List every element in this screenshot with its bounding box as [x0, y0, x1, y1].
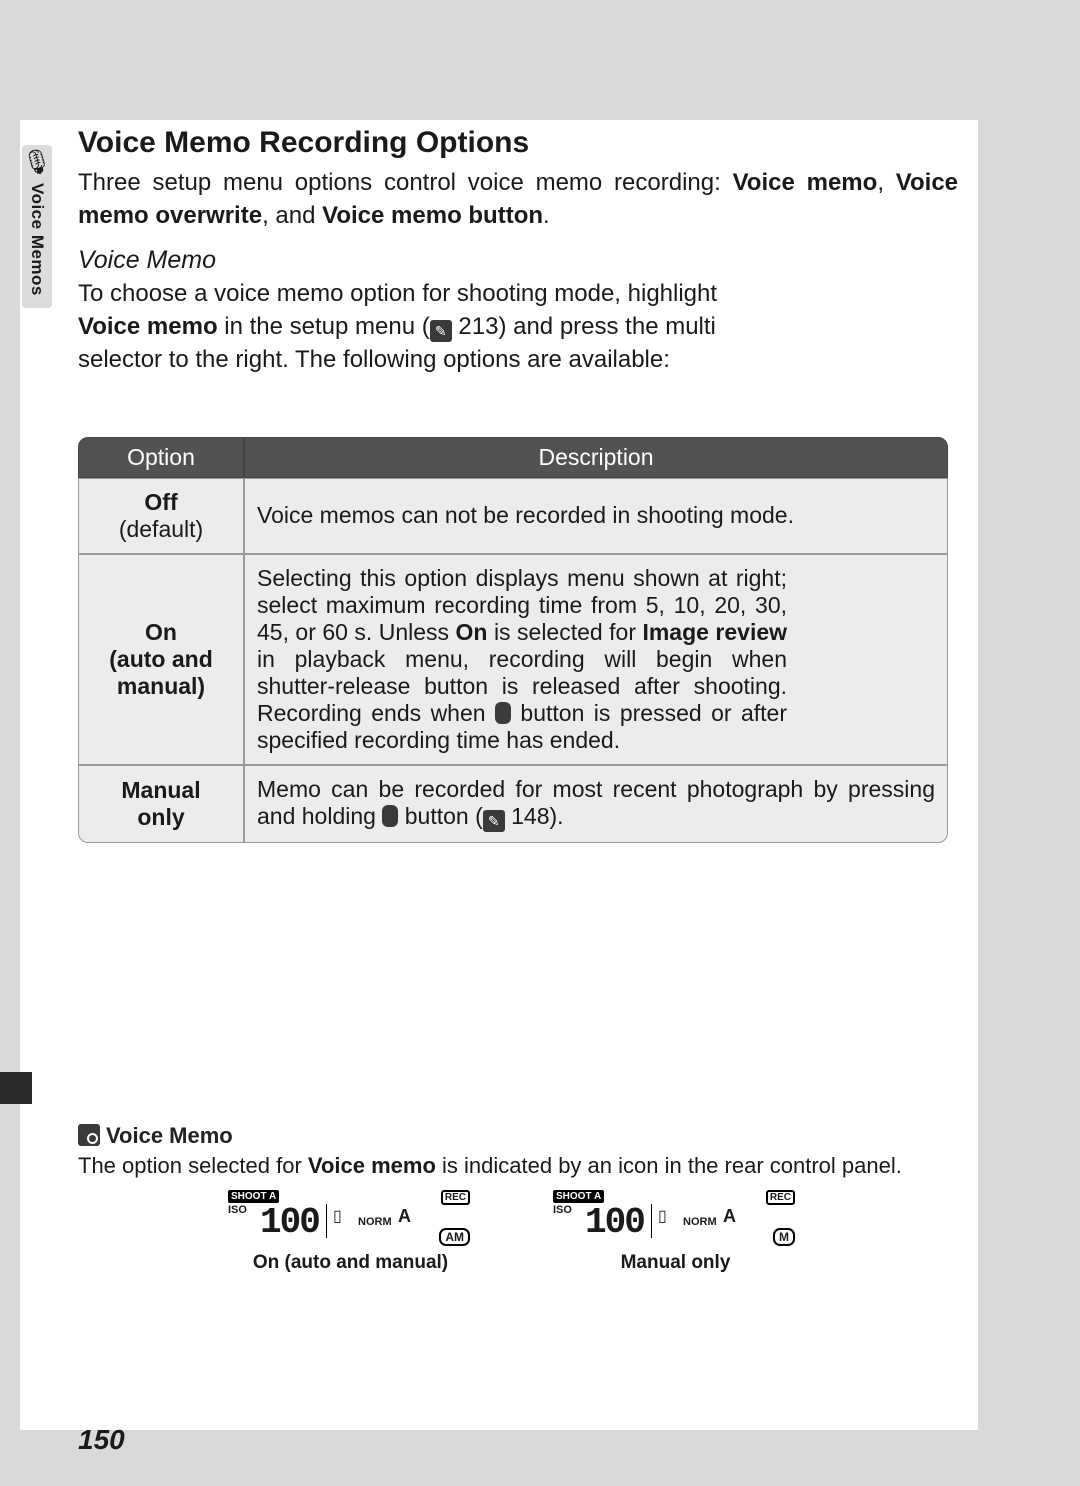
note-body: The option selected for Voice memo is in…	[78, 1151, 958, 1181]
text: ).	[550, 803, 564, 829]
lcd-number: 100	[260, 1202, 319, 1243]
text-bold: Voice memo	[308, 1153, 436, 1178]
table-row: On (auto and manual) Selecting this opti…	[78, 554, 948, 765]
lcd-card-icon: ▯	[658, 1206, 667, 1226]
lcd-rec: REC	[766, 1190, 795, 1205]
text-bold: Voice memo	[78, 313, 218, 340]
description-cell: Voice memos can not be recorded in shoot…	[244, 478, 948, 554]
page-thumb-tab	[0, 1072, 32, 1104]
option-cell-manual: Manual only	[78, 765, 244, 843]
note-heading: Voice Memo	[78, 1123, 958, 1149]
table-row: Manual only Memo can be recorded for mos…	[78, 765, 948, 843]
lcd-caption: On (auto and manual)	[228, 1252, 473, 1274]
text: The option selected for	[78, 1153, 308, 1178]
subheading-voice-memo: Voice Memo	[78, 246, 958, 275]
text: .	[543, 202, 550, 229]
text-bold: Voice memo button	[322, 202, 543, 229]
lcd-iso: ISO	[553, 1204, 572, 1216]
lcd-panel-auto: SHOOT A ISO 100 ▯ NORM A REC AM On (auto…	[228, 1190, 473, 1274]
lcd-mode: AM	[439, 1228, 470, 1246]
lcd-caption: Manual only	[553, 1252, 798, 1274]
table-header-description: Description	[244, 437, 948, 478]
side-tab: 🎙 Voice Memos	[22, 145, 52, 308]
description-cell: Memo can be recorded for most recent pho…	[244, 765, 948, 843]
side-tab-label: Voice Memos	[27, 183, 47, 296]
page-ref-icon: ✎	[483, 810, 505, 832]
option-cell-off: Off (default)	[78, 478, 244, 554]
note-title: Voice Memo	[106, 1123, 233, 1148]
intro-paragraph: Three setup menu options control voice m…	[78, 166, 958, 232]
table-header-option: Option	[78, 437, 244, 478]
text: , and	[262, 202, 322, 229]
voice-memo-paragraph: To choose a voice memo option for shooti…	[78, 277, 718, 376]
text: Three setup menu options control voice m…	[78, 169, 733, 196]
lcd-norm: NORM	[683, 1216, 717, 1228]
lcd-a: A	[723, 1206, 736, 1227]
option-label: Manual	[121, 777, 200, 803]
text: To choose a voice memo option for shooti…	[78, 280, 717, 307]
lcd-card-icon: ▯	[333, 1206, 342, 1226]
text: is indicated by an icon in the rear cont…	[436, 1153, 902, 1178]
option-label: (auto and manual)	[109, 646, 213, 699]
lcd-panel-manual: SHOOT A ISO 100 ▯ NORM A REC M Manual on…	[553, 1190, 798, 1274]
mic-icon	[382, 805, 398, 827]
lcd-norm: NORM	[358, 1216, 392, 1228]
table-row: Off (default) Voice memos can not be rec…	[78, 478, 948, 554]
text: in the setup menu (	[218, 313, 430, 340]
lcd-panels: SHOOT A ISO 100 ▯ NORM A REC AM On (auto…	[228, 1190, 958, 1274]
text: is selected for	[487, 619, 642, 645]
lcd-number: 100	[585, 1202, 644, 1243]
note-icon	[78, 1124, 100, 1146]
lcd-a: A	[398, 1206, 411, 1227]
lcd-divider	[326, 1204, 327, 1238]
lcd-mode: M	[773, 1228, 795, 1246]
options-table: Option Description Off (default) Voice m…	[78, 437, 948, 843]
text: button (	[398, 803, 482, 829]
page-number: 150	[78, 1424, 125, 1456]
lcd-rec: REC	[441, 1190, 470, 1205]
option-label: On	[145, 619, 177, 645]
description-cell: Selecting this option displays menu show…	[244, 554, 948, 765]
lcd-iso: ISO	[228, 1204, 247, 1216]
option-label: Off	[144, 489, 177, 515]
option-sublabel: (default)	[119, 516, 203, 542]
text-bold: Voice memo	[733, 169, 878, 196]
option-cell-on: On (auto and manual)	[78, 554, 244, 765]
page-ref: 148	[511, 803, 549, 829]
option-label: only	[137, 804, 184, 830]
page-ref: 213	[458, 313, 498, 340]
section-heading: Voice Memo Recording Options	[78, 126, 958, 160]
text: Memo can be recorded for most recent pho…	[257, 776, 935, 829]
text-bold: Image review	[642, 619, 787, 645]
text-bold: On	[456, 619, 488, 645]
mic-icon: 🎙	[22, 151, 52, 175]
text: ,	[877, 169, 895, 196]
page-ref-icon: ✎	[430, 320, 452, 342]
lcd-divider	[651, 1204, 652, 1238]
mic-icon	[495, 702, 511, 724]
